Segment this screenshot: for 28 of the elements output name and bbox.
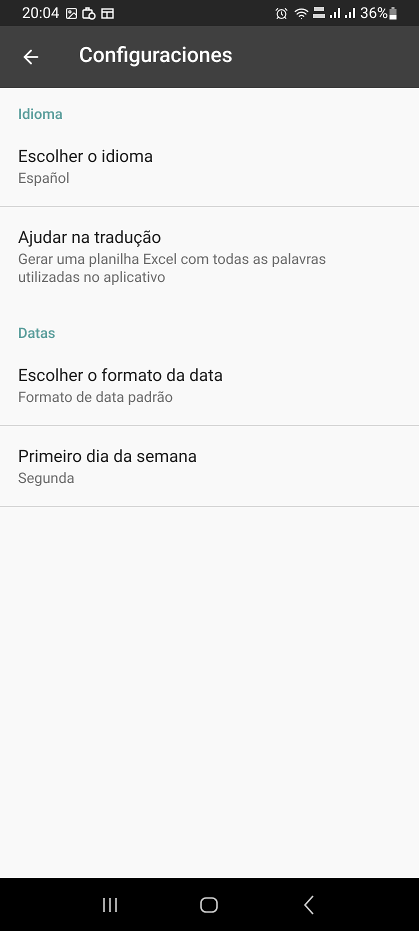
signal-icon bbox=[329, 7, 342, 19]
back-chevron-icon bbox=[303, 894, 316, 914]
settings-item[interactable]: Ajudar na tradução Gerar uma planilha Excel com todas as palavras utilizadas no aplicativo bbox=[0, 207, 419, 307]
wifi-icon bbox=[294, 6, 310, 20]
settings-item[interactable]: Escolher o idioma Español bbox=[0, 133, 419, 207]
item-title: Escolher o idioma bbox=[18, 146, 154, 168]
settings-item[interactable]: Escolher o formato da data Formato de data padrão bbox=[0, 352, 419, 426]
section-header: Datas bbox=[18, 324, 56, 344]
battery-icon bbox=[389, 6, 397, 20]
item-title: Primeiro dia da semana bbox=[18, 446, 198, 468]
item-subtitle: Formato de data padrão bbox=[18, 388, 174, 408]
status-time: 20:04 bbox=[22, 6, 60, 20]
item-subtitle: Gerar uma planilha Excel com todas as palavras utilizadas no aplicativo bbox=[18, 251, 328, 287]
image-icon bbox=[65, 6, 78, 20]
item-title: Ajudar na tradução bbox=[18, 227, 162, 249]
home-icon bbox=[200, 896, 218, 912]
briefcase-clock-icon bbox=[82, 6, 96, 20]
item-title: Escolher o formato da data bbox=[18, 365, 224, 387]
item-subtitle: Español bbox=[18, 169, 71, 189]
settings-item[interactable]: Primeiro dia da semana Segunda bbox=[0, 426, 419, 507]
alarm-icon bbox=[275, 6, 288, 20]
battery-percent: 36% bbox=[360, 6, 388, 20]
item-subtitle: Segunda bbox=[18, 469, 76, 489]
window-icon bbox=[101, 8, 114, 18]
signal-icon bbox=[344, 7, 356, 19]
screen-title: Configuraciones bbox=[79, 43, 233, 70]
recent-apps-icon bbox=[100, 896, 119, 912]
section-header: Idioma bbox=[18, 105, 64, 125]
